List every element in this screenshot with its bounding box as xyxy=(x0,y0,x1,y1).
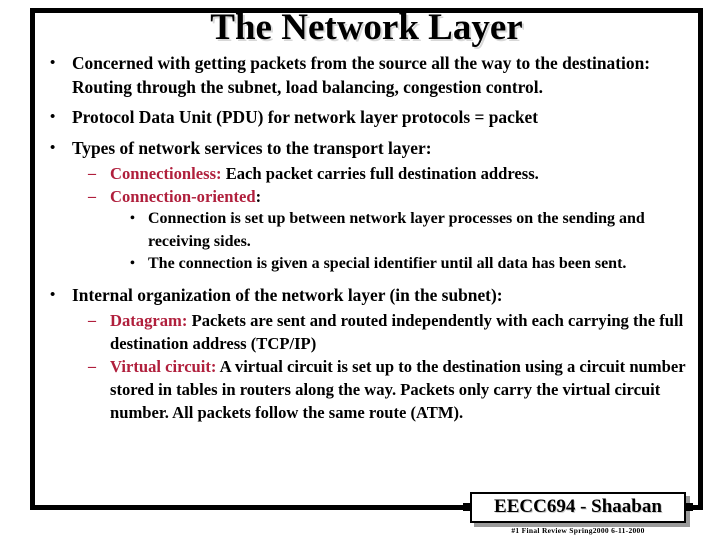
bullet-level1: • Protocol Data Unit (PDU) for network l… xyxy=(38,106,698,130)
bullet-level2: – Connection-oriented: xyxy=(38,185,698,208)
bullet-text: : xyxy=(255,187,262,206)
bullet-dot-icon: • xyxy=(50,109,56,125)
term-datagram: Datagram: xyxy=(110,311,188,330)
bullet-dash-icon: – xyxy=(88,312,96,329)
bullet-level3: • Connection is set up between network l… xyxy=(38,208,698,253)
bullet-level3: • The connection is given a special iden… xyxy=(38,253,698,276)
term-connectionless: Connectionless: xyxy=(110,164,222,183)
bullet-dot-icon: • xyxy=(130,256,135,271)
bullet-level2: – Virtual circuit: A virtual circuit is … xyxy=(38,355,698,424)
footer-subtext: #1 Final Review Spring2000 6-11-2000 xyxy=(511,526,645,535)
slide-canvas: The Network Layer • Concerned with getti… xyxy=(0,0,720,540)
bullet-level1: • Types of network services to the trans… xyxy=(38,137,698,161)
page-title: The Network Layer xyxy=(210,7,523,48)
footer-plate: EECC694 - Shaaban xyxy=(463,492,693,523)
footer: EECC694 - Shaaban #1 Final Review Spring… xyxy=(463,492,693,535)
bullet-dot-icon: • xyxy=(50,139,56,156)
bullet-text: Connection is set up between network lay… xyxy=(148,210,645,250)
bullet-level1: • Concerned with getting packets from th… xyxy=(38,52,698,99)
course-label: EECC694 - Shaaban xyxy=(494,496,662,517)
bullet-level2: – Connectionless: Each packet carries fu… xyxy=(38,162,698,185)
bullet-level1: • Internal organization of the network l… xyxy=(38,284,698,308)
slide-body: • Concerned with getting packets from th… xyxy=(38,52,698,424)
bullet-text: Protocol Data Unit (PDU) for network lay… xyxy=(72,107,539,127)
bullet-dash-icon: – xyxy=(88,188,96,205)
bullet-text: Concerned with getting packets from the … xyxy=(72,53,651,97)
bullet-dot-icon: • xyxy=(50,55,56,71)
bullet-text: The connection is given a special identi… xyxy=(148,255,627,272)
term-connection-oriented: Connection-oriented xyxy=(110,187,256,206)
bullet-text: Internal organization of the network lay… xyxy=(72,284,503,305)
bullet-text: Types of network services to the transpo… xyxy=(72,137,432,158)
bullet-text: Packets are sent and routed independentl… xyxy=(110,311,684,353)
bullet-text: Each packet carries full destination add… xyxy=(221,164,539,183)
bullet-level2: – Datagram: Packets are sent and routed … xyxy=(38,309,698,355)
bullet-dot-icon: • xyxy=(50,286,56,303)
term-virtual-circuit: Virtual circuit: xyxy=(110,357,217,376)
bullet-dash-icon: – xyxy=(88,358,96,375)
bullet-dot-icon: • xyxy=(130,211,135,226)
bullet-dash-icon: – xyxy=(88,165,96,182)
